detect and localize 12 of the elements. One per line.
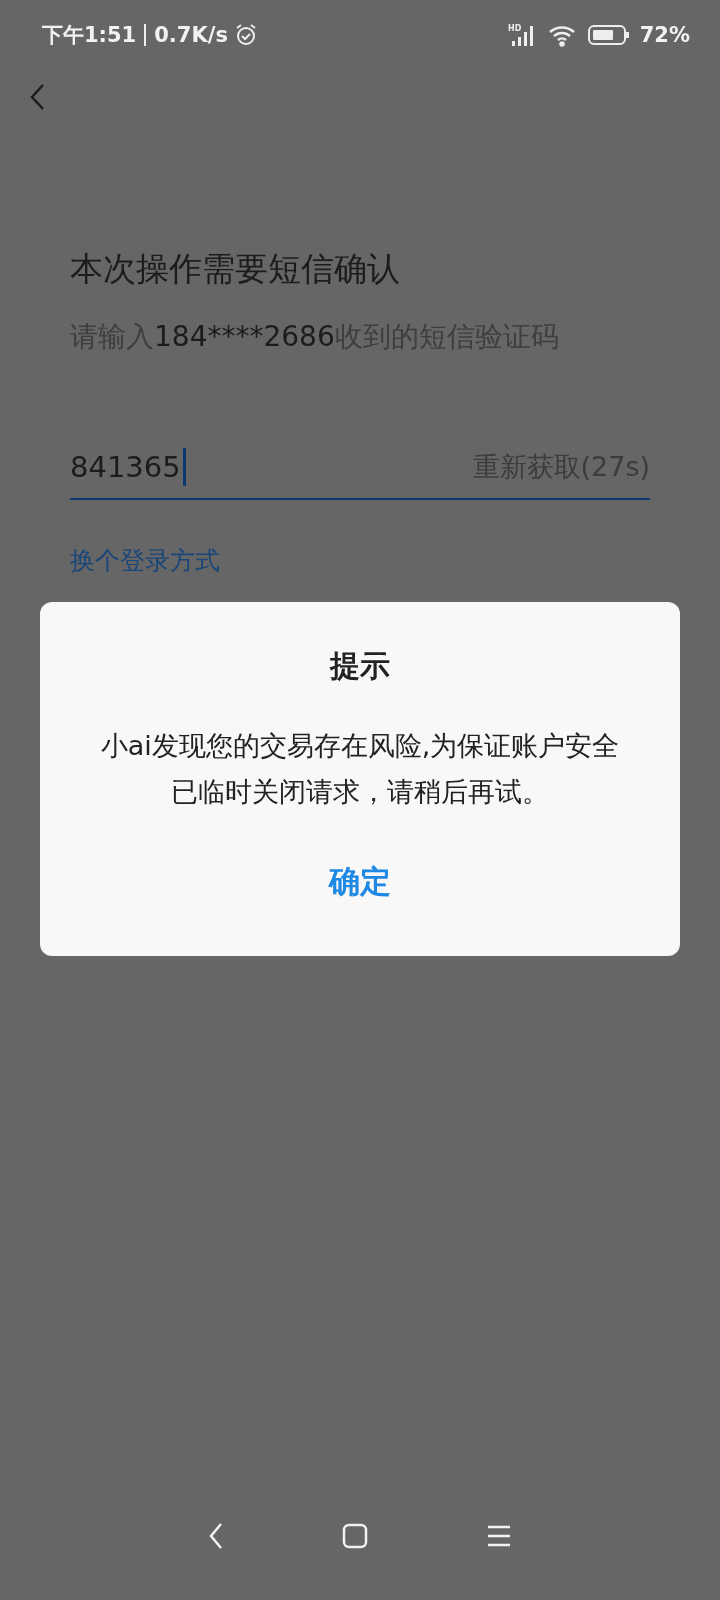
dialog-title: 提示: [330, 647, 390, 685]
dialog-message: 小ai发现您的交易存在风险,为保证账户安全已临时关闭请求，请稍后再试。: [99, 729, 621, 809]
back-icon[interactable]: [208, 1522, 224, 1550]
page-title: 本次操作需要短信确认: [70, 248, 401, 290]
switch-login-link[interactable]: 换个登录方式: [70, 544, 220, 577]
confirm-button[interactable]: 确定: [309, 853, 411, 911]
network-speed: 0.7K/s: [154, 23, 228, 47]
battery-percent: 72%: [639, 23, 690, 47]
battery-icon: [587, 24, 630, 46]
menu-icon[interactable]: [486, 1524, 512, 1548]
status-time: 下午1:51: [42, 22, 137, 49]
home-icon[interactable]: [342, 1523, 368, 1549]
